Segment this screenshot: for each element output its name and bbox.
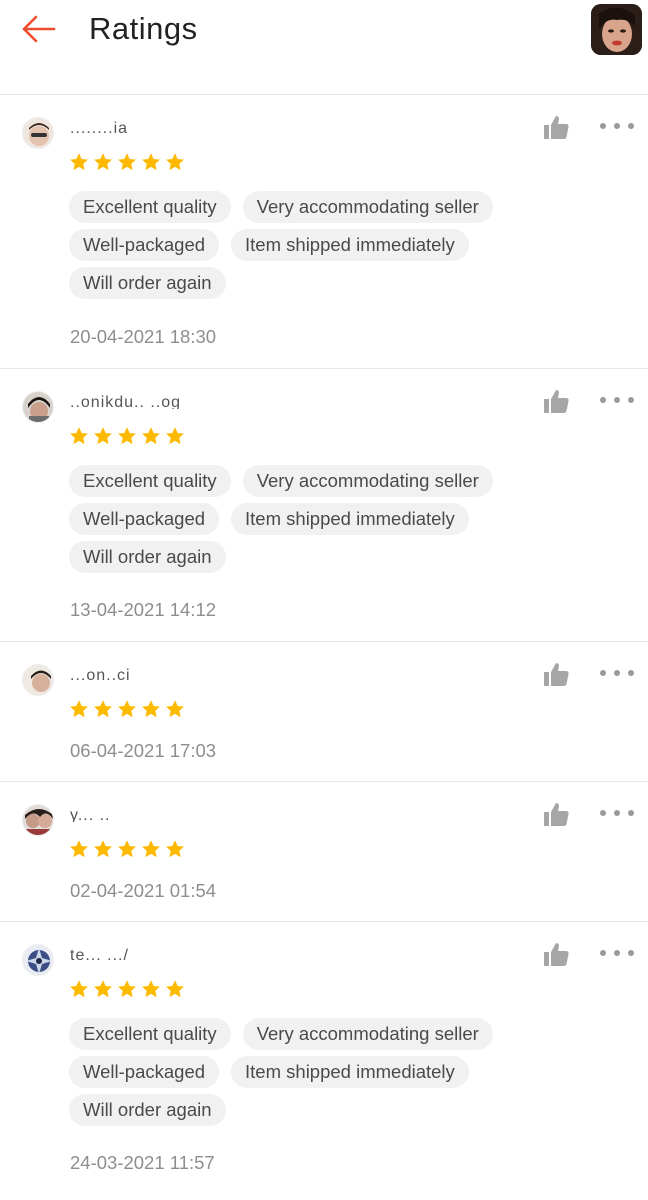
star-rating (69, 699, 189, 721)
review-tags: Excellent quality Very accommodating sel… (69, 1018, 629, 1132)
top-bar: Ratings (0, 0, 648, 95)
review-tag: Excellent quality (69, 465, 231, 497)
reviewer-name: ........ia (70, 121, 129, 135)
more-options-button[interactable] (600, 116, 634, 136)
review-tag: Item shipped immediately (231, 229, 469, 261)
thumbs-up-icon[interactable] (543, 388, 571, 414)
reviewer-avatar[interactable] (22, 391, 54, 423)
star-icon (70, 700, 88, 718)
star-icon (166, 153, 184, 171)
star-icon (142, 700, 160, 718)
thumbs-up-icon[interactable] (543, 941, 571, 967)
arrow-left-icon (22, 15, 56, 43)
star-icon (166, 980, 184, 998)
star-icon (118, 700, 136, 718)
review-tag: Very accommodating seller (242, 191, 493, 223)
star-rating (69, 839, 189, 861)
star-icon (94, 153, 112, 171)
reviewer-name: te... .../ (70, 948, 129, 962)
review-date: 24-03-2021 11:57 (70, 1152, 215, 1173)
star-rating (69, 979, 189, 1001)
back-button[interactable] (18, 10, 58, 48)
star-icon (142, 980, 160, 998)
star-icon (166, 700, 184, 718)
thumbs-up-icon[interactable] (543, 114, 571, 140)
reviewer-avatar[interactable] (22, 944, 54, 976)
star-rating (69, 426, 189, 448)
review-tag: Will order again (69, 541, 226, 573)
review-item: ..onikdu.. ..og Excellent quality Very a… (0, 369, 648, 642)
review-tag: Excellent quality (69, 191, 231, 223)
reviewer-name: ..onikdu.. ..og (70, 395, 182, 409)
star-icon (70, 840, 88, 858)
star-icon (142, 840, 160, 858)
avatar-image (591, 4, 642, 55)
user-avatar[interactable] (591, 4, 642, 55)
review-tag: Item shipped immediately (231, 1056, 469, 1088)
thumbs-up-icon[interactable] (543, 801, 571, 827)
star-icon (70, 980, 88, 998)
review-date: 13-04-2021 14:12 (70, 599, 217, 620)
star-icon (70, 153, 88, 171)
review-tag: Well-packaged (69, 503, 220, 535)
more-options-button[interactable] (600, 943, 634, 963)
star-icon (94, 980, 112, 998)
star-icon (142, 427, 160, 445)
star-icon (142, 153, 160, 171)
review-tags: Excellent quality Very accommodating sel… (69, 465, 629, 579)
review-item: ........ia Excellent quality Very accomm… (0, 96, 648, 369)
review-tag: Very accommodating seller (242, 1018, 493, 1050)
reviewer-avatar[interactable] (22, 664, 54, 696)
reviewer-name: ...on..ci (70, 668, 131, 682)
star-icon (166, 427, 184, 445)
star-icon (118, 427, 136, 445)
review-tag: Well-packaged (69, 229, 220, 261)
reviewer-avatar[interactable] (22, 804, 54, 836)
review-date: 02-04-2021 01:54 (70, 880, 217, 901)
review-item: y... .. 02-04-2021 01:54 (0, 782, 648, 922)
star-rating (69, 152, 189, 174)
review-item: ...on..ci 06-04-2021 17:03 (0, 642, 648, 782)
star-icon (118, 980, 136, 998)
thumbs-up-icon[interactable] (543, 661, 571, 687)
page-title: Ratings (89, 11, 198, 46)
review-tag: Will order again (69, 1094, 226, 1126)
review-tag: Item shipped immediately (231, 503, 469, 535)
review-tags: Excellent quality Very accommodating sel… (69, 191, 629, 305)
review-item: te... .../ Excellent quality Very accomm… (0, 922, 648, 1195)
review-tag: Will order again (69, 267, 226, 299)
review-tag: Very accommodating seller (242, 465, 493, 497)
star-icon (118, 153, 136, 171)
review-date: 06-04-2021 17:03 (70, 740, 217, 761)
reviewer-name: y... .. (70, 808, 111, 822)
reviewer-avatar[interactable] (22, 117, 54, 149)
ratings-list: ........ia Excellent quality Very accomm… (0, 96, 648, 1195)
review-tag: Excellent quality (69, 1018, 231, 1050)
star-icon (94, 427, 112, 445)
star-icon (94, 700, 112, 718)
review-tag: Well-packaged (69, 1056, 220, 1088)
star-icon (118, 840, 136, 858)
star-icon (70, 427, 88, 445)
star-icon (166, 840, 184, 858)
more-options-button[interactable] (600, 663, 634, 683)
review-date: 20-04-2021 18:30 (70, 326, 217, 347)
more-options-button[interactable] (600, 390, 634, 410)
more-options-button[interactable] (600, 803, 634, 823)
star-icon (94, 840, 112, 858)
